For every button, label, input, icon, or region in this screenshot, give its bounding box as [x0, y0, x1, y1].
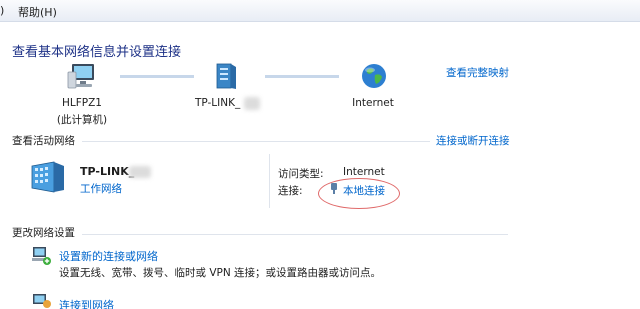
globe-icon: [362, 64, 386, 88]
connect-to-network-link[interactable]: 连接到网络: [59, 297, 114, 309]
menu-bar: ) 帮助(H): [0, 0, 640, 22]
menu-item-partial[interactable]: ): [0, 4, 4, 17]
section-divider: [82, 141, 430, 142]
vertical-divider: [269, 154, 270, 208]
redaction-blur: [244, 97, 260, 110]
setup-connection-description: 设置无线、宽带、拨号、临时或 VPN 连接；或设置路由器或访问点。: [59, 267, 382, 279]
new-connection-icon: [32, 247, 51, 265]
connect-disconnect-link[interactable]: 连接或断开连接: [436, 133, 510, 148]
setup-connection-link[interactable]: 设置新的连接或网络: [59, 248, 158, 264]
page-title: 查看基本网络信息并设置连接: [12, 45, 182, 60]
connection-line-router-internet: [265, 75, 339, 78]
computer-name: HLFPZ1: [62, 97, 102, 109]
computer-icon: [67, 64, 94, 89]
internet-label: Internet: [352, 97, 394, 109]
network-device-icon: [216, 63, 236, 89]
connections-label: 连接:: [278, 185, 303, 197]
active-network-name: TP-LINK_: [80, 165, 135, 178]
network-type-link[interactable]: 工作网络: [80, 181, 122, 196]
redaction-blur: [129, 166, 151, 178]
active-networks-header: 查看活动网络: [12, 135, 75, 147]
router-name: TP-LINK_: [195, 97, 241, 109]
connect-network-icon: [33, 294, 51, 308]
connection-line-computer-router: [120, 75, 194, 78]
network-building-icon: [31, 161, 64, 193]
access-type-label: 访问类型:: [278, 168, 324, 180]
full-map-link[interactable]: 查看完整映射: [446, 65, 509, 80]
computer-subtitle: (此计算机): [56, 114, 108, 126]
annotation-circle: [318, 178, 400, 209]
menu-item-help[interactable]: 帮助(H): [18, 4, 57, 20]
access-type-value: Internet: [343, 166, 385, 178]
section-divider: [82, 234, 508, 235]
change-settings-header: 更改网络设置: [12, 227, 75, 239]
